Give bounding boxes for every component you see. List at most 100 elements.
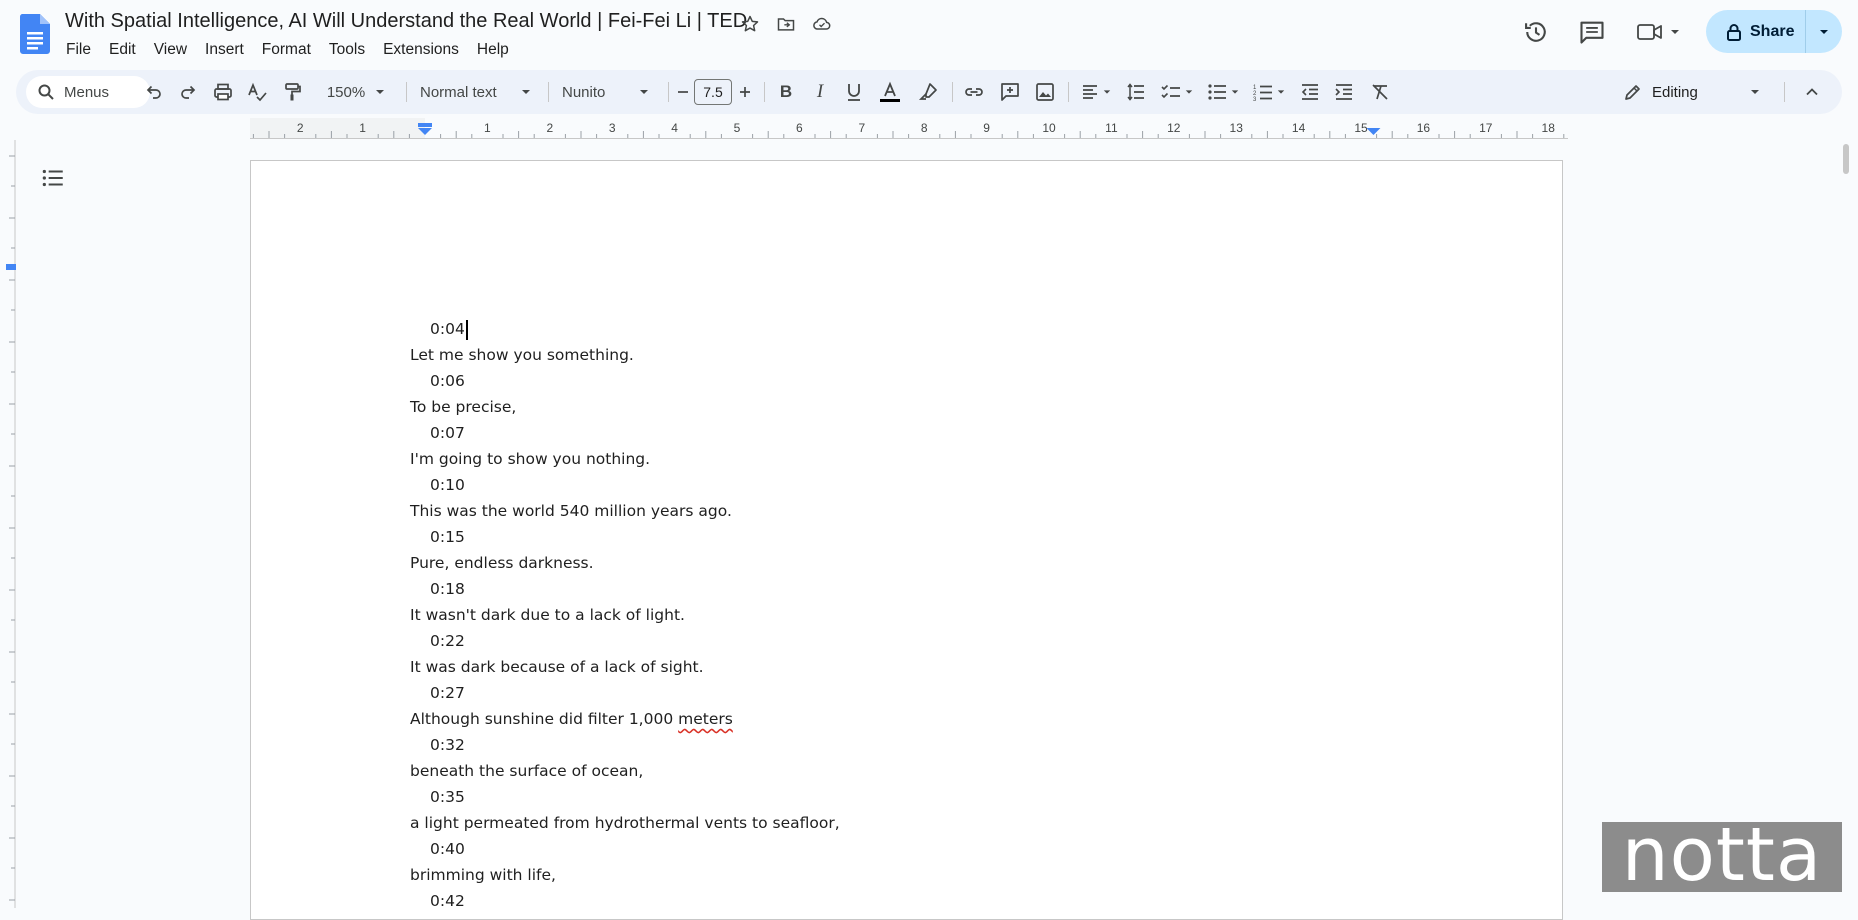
version-history-icon[interactable] (1522, 18, 1550, 46)
insert-image-button[interactable] (1031, 70, 1059, 114)
timestamp: 0:27 (430, 684, 465, 702)
checklist-icon (1161, 83, 1181, 101)
move-folder-icon[interactable] (774, 12, 798, 36)
document-outline-icon[interactable] (40, 165, 66, 191)
timestamp-line: 0:22 (410, 628, 1310, 654)
ruler-label: 15 (1354, 121, 1368, 135)
link-icon (964, 82, 984, 102)
ruler-label: 6 (796, 121, 803, 135)
timestamp: 0:04 (430, 320, 465, 338)
font-value: Nunito (562, 83, 606, 101)
menu-format[interactable]: Format (253, 38, 320, 62)
timestamp-line: 0:07 (410, 420, 1310, 446)
italic-button[interactable]: I (806, 70, 834, 114)
docs-logo-icon[interactable] (20, 14, 50, 54)
meet-button[interactable] (1636, 18, 1688, 46)
caret-down-icon (1750, 87, 1760, 97)
align-left-icon (1081, 83, 1099, 101)
timestamp: 0:07 (430, 424, 465, 442)
top-bar: With Spatial Intelligence, AI Will Under… (0, 0, 1858, 64)
menu-extensions[interactable]: Extensions (374, 38, 468, 62)
text-color-button[interactable] (876, 70, 904, 114)
search-menus-input[interactable]: Menus (26, 76, 150, 108)
timestamp-line: 0:04 (410, 316, 1310, 342)
star-icon[interactable] (738, 12, 762, 36)
document-body[interactable]: 0:04 Let me show you something. 0:06 To be … (410, 316, 1310, 914)
print-button[interactable] (209, 70, 237, 114)
menu-bar: File Edit View Insert Format Tools Exten… (57, 38, 518, 62)
svg-text:3: 3 (1253, 97, 1257, 101)
transcript-line: It was dark because of a lack of sight. (410, 658, 704, 676)
chevron-down-icon (1819, 27, 1829, 37)
transcript-line: brimming with life, (410, 866, 556, 884)
right-indent-marker[interactable] (1366, 128, 1381, 135)
decrease-indent-button[interactable] (1296, 70, 1324, 114)
ruler-label: 14 (1292, 121, 1306, 135)
checklist-button[interactable] (1156, 70, 1198, 114)
zoom-value: 150% (326, 83, 366, 101)
caret-down-icon (1103, 88, 1111, 96)
share-dropdown-button[interactable] (1806, 27, 1842, 37)
menu-view[interactable]: View (145, 38, 196, 62)
transcript-line: I'm going to show you nothing. (410, 450, 651, 468)
ruler-label: 1 (359, 121, 366, 135)
cloud-saved-icon[interactable] (810, 12, 834, 36)
paragraph-style-select[interactable]: Normal text (412, 70, 546, 114)
text-color-icon (879, 81, 901, 103)
increase-font-size-button[interactable] (734, 70, 756, 114)
text-cursor (465, 319, 468, 340)
ruler-label: 7 (858, 121, 865, 135)
line-spacing-button[interactable] (1122, 70, 1150, 114)
menu-insert[interactable]: Insert (196, 38, 253, 62)
horizontal-ruler[interactable]: 2 1 1 2 3 4 5 6 7 8 9 10 11 12 13 14 15 16 17 18 (250, 118, 1568, 140)
scrollbar-thumb[interactable] (1843, 144, 1849, 174)
redo-button[interactable] (174, 70, 202, 114)
undo-button[interactable] (140, 70, 168, 114)
comments-icon[interactable] (1578, 18, 1606, 46)
hide-menus-button[interactable] (1794, 70, 1830, 114)
font-size-input[interactable]: 7.5 (694, 79, 732, 105)
align-button[interactable] (1076, 70, 1116, 114)
numbered-list-button[interactable]: 123 (1248, 70, 1290, 114)
spellcheck-button[interactable] (243, 70, 271, 114)
menu-tools[interactable]: Tools (320, 38, 374, 62)
timestamp-line: 0:15 (410, 524, 1310, 550)
underline-button[interactable] (840, 70, 868, 114)
timestamp-line: 0:35 (410, 784, 1310, 810)
clear-formatting-button[interactable] (1366, 70, 1394, 114)
document-title[interactable]: With Spatial Intelligence, AI Will Under… (65, 10, 747, 33)
highlight-color-button[interactable] (914, 70, 942, 114)
menu-help[interactable]: Help (468, 38, 518, 62)
share-button[interactable]: Share (1706, 10, 1842, 53)
vertical-ruler (0, 140, 16, 908)
search-icon (38, 84, 54, 100)
zoom-select[interactable]: 150% (316, 70, 396, 114)
ruler-label: 4 (671, 121, 678, 135)
vertical-scrollbar[interactable] (1840, 140, 1852, 908)
insert-comment-button[interactable] (996, 70, 1024, 114)
menu-file[interactable]: File (57, 38, 100, 62)
timestamp-line: 0:06 (410, 368, 1310, 394)
bulleted-list-icon (1207, 83, 1227, 101)
timestamp-line: 0:32 (410, 732, 1310, 758)
bold-button[interactable]: B (772, 70, 800, 114)
font-select[interactable]: Nunito (554, 70, 666, 114)
bulleted-list-button[interactable] (1202, 70, 1244, 114)
formatting-toolbar: Menus 150% Normal text Nunito 7.5 B I 1 … (16, 70, 1842, 114)
increase-indent-icon (1334, 83, 1354, 101)
timestamp: 0:15 (430, 528, 465, 546)
misspelled-word[interactable]: meters (678, 710, 733, 728)
decrease-font-size-button[interactable] (672, 70, 694, 114)
ruler-label: 12 (1167, 121, 1181, 135)
paint-format-button[interactable] (278, 70, 306, 114)
editing-mode-label: Editing (1652, 83, 1698, 101)
share-label: Share (1750, 22, 1795, 40)
ruler-label: 10 (1042, 121, 1056, 135)
italic-icon: I (816, 81, 824, 102)
timestamp-line: 0:10 (410, 472, 1310, 498)
transcript-line: a light permeated from hydrothermal vent… (410, 814, 840, 832)
insert-link-button[interactable] (960, 70, 988, 114)
editing-mode-select[interactable]: Editing (1624, 70, 1784, 114)
increase-indent-button[interactable] (1330, 70, 1358, 114)
menu-edit[interactable]: Edit (100, 38, 145, 62)
